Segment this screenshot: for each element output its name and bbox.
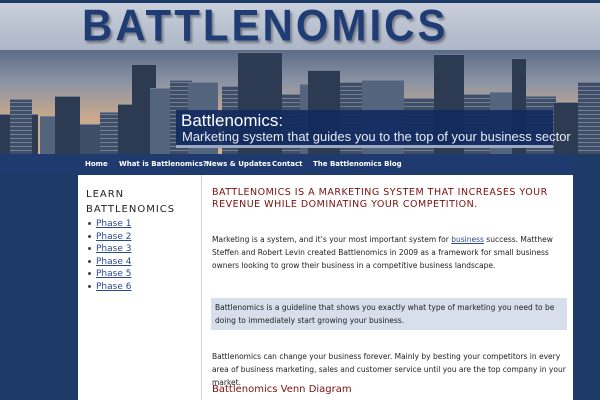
page-body: LEARN BATTLENOMICS Phase 1 Phase 2 Phase… [78,175,573,400]
business-link[interactable]: business [451,235,484,244]
list-item: Phase 3 [88,243,131,256]
phase-6-link[interactable]: Phase 6 [96,282,131,292]
bullet-icon [88,247,91,250]
list-item: Phase 6 [88,281,131,294]
sidebar: LEARN BATTLENOMICS Phase 1 Phase 2 Phase… [78,175,202,400]
callout-box: Battlenomics is a guideline that shows y… [211,298,567,330]
list-item: Phase 2 [88,231,131,244]
intro-paragraph: Marketing is a system, and it’s your mos… [212,233,568,272]
nav-contact[interactable]: Contact [272,154,303,174]
nav-blog[interactable]: The Battlenomics Blog [313,154,402,174]
banner-tagline: Battlenomics: Marketing system that guid… [176,110,571,148]
page-headline: BATTLENOMICS IS A MARKETING SYSTEM THAT … [212,187,548,210]
nav-what-is-battlenomics[interactable]: What is Battlenomics? [119,154,207,174]
main-content: BATTLENOMICS IS A MARKETING SYSTEM THAT … [211,175,573,400]
list-item: Phase 5 [88,268,131,281]
bullet-icon [88,222,91,225]
list-item: Phase 4 [88,256,131,269]
site-logo[interactable]: BATTLENOMICS [82,1,449,50]
phase-4-link[interactable]: Phase 4 [96,257,131,267]
list-item: Phase 1 [88,218,131,231]
nav-news-updates[interactable]: News & Updates [206,154,271,174]
intro-text-start: Marketing is a system, and it’s your mos… [212,235,452,244]
bullet-icon [88,284,91,288]
bullet-icon [88,272,91,275]
phase-3-link[interactable]: Phase 3 [96,244,131,254]
main-nav: Home What is Battlenomics? News & Update… [0,154,573,174]
phase-5-link[interactable]: Phase 5 [96,269,131,279]
bullet-icon [88,259,91,263]
phase-2-link[interactable]: Phase 2 [96,232,131,242]
site-header: BATTLENOMICS [0,0,600,50]
sidebar-title: LEARN BATTLENOMICS [86,189,176,215]
banner-subtitle: Marketing system that guides you to the … [182,129,571,144]
phase-1-link[interactable]: Phase 1 [96,219,131,229]
section-heading: Battlenomics Venn Diagram [212,384,352,395]
bullet-icon [88,234,91,238]
nav-home[interactable]: Home [85,154,108,174]
phase-list: Phase 1 Phase 2 Phase 3 Phase 4 Phase 5 … [88,218,131,293]
banner-title: Battlenomics: [181,111,284,130]
